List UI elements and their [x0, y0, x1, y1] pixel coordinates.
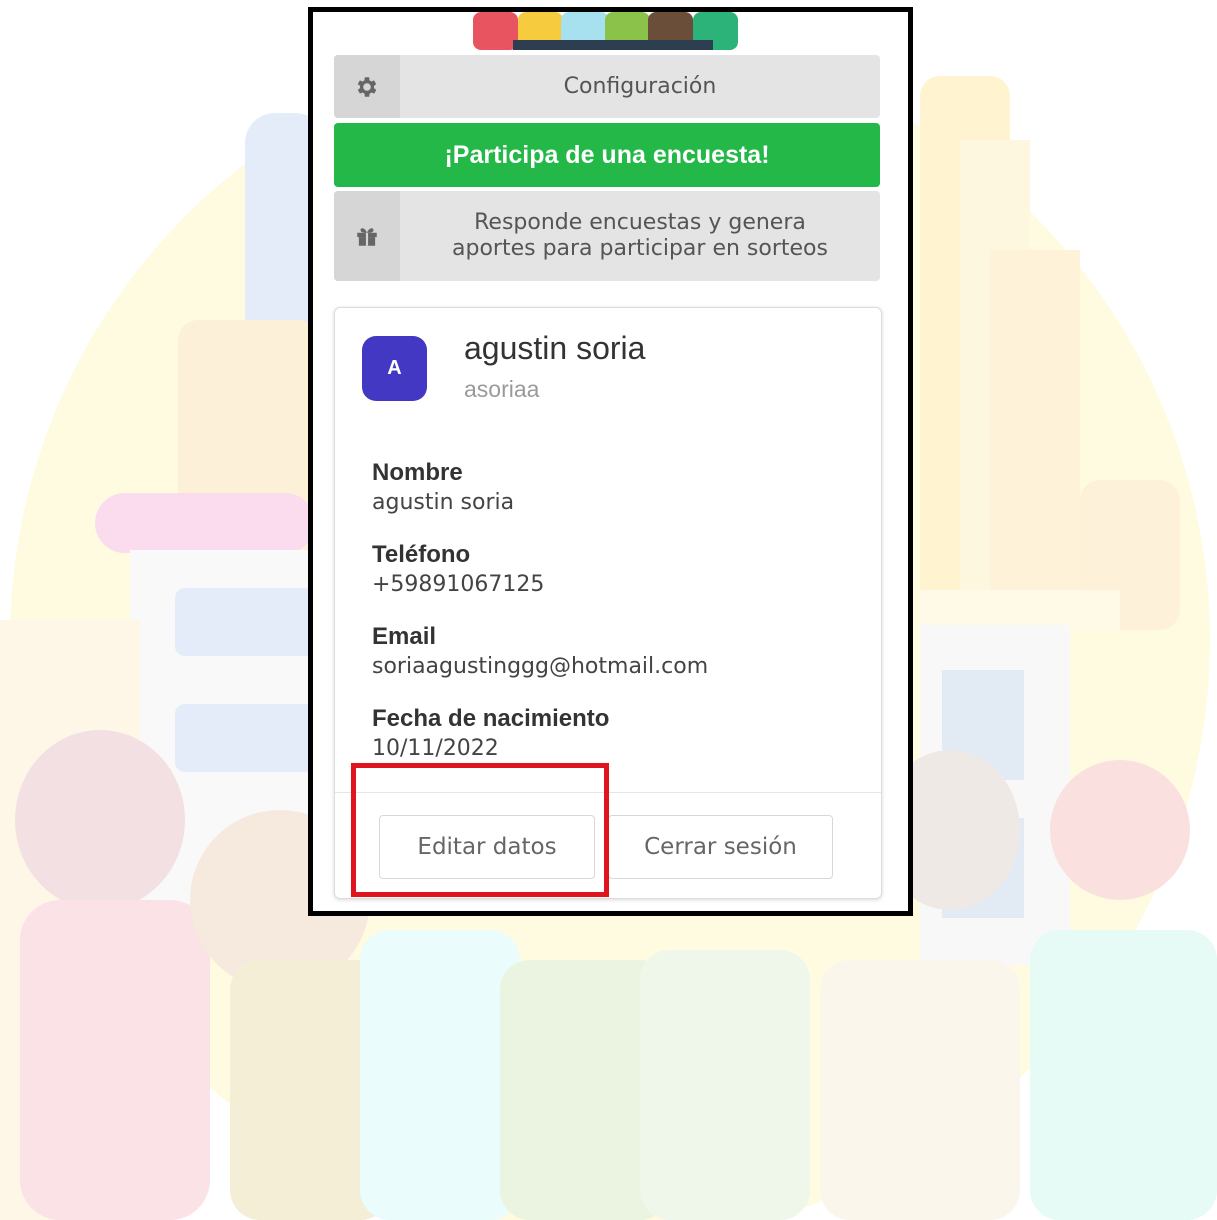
- field-fecha-nacimiento: Fecha de nacimiento 10/11/2022: [372, 704, 609, 764]
- user-username: asoriaa: [464, 376, 540, 402]
- logout-button[interactable]: Cerrar sesión: [608, 815, 833, 879]
- field-label: Email: [372, 623, 437, 650]
- field-email: Email soriaagustinggg@hotmail.com: [372, 622, 708, 682]
- raffle-menu-item[interactable]: Responde encuestas y genera aportes para…: [334, 191, 880, 281]
- field-value: soriaagustinggg@hotmail.com: [372, 654, 709, 679]
- field-value: 10/11/2022: [372, 736, 499, 761]
- field-label: Fecha de nacimiento: [372, 705, 610, 732]
- field-label: Nombre: [372, 459, 463, 486]
- config-label: Configuración: [563, 73, 717, 99]
- field-telefono: Teléfono +59891067125: [372, 540, 544, 600]
- field-value: +59891067125: [372, 572, 545, 597]
- people-illustration: [473, 12, 738, 50]
- gear-icon: [357, 76, 377, 97]
- raffle-label-line2: aportes para participar en sorteos: [452, 236, 828, 261]
- survey-button[interactable]: ¡Participa de una encuesta!: [334, 123, 880, 187]
- highlight-box: [351, 763, 609, 897]
- user-full-name: agustin soria: [464, 330, 646, 366]
- config-menu-item[interactable]: Configuración: [334, 55, 880, 118]
- field-nombre: Nombre agustin soria: [372, 458, 514, 518]
- field-label: Teléfono: [372, 541, 471, 568]
- avatar: A: [362, 336, 427, 401]
- field-value: agustin soria: [372, 490, 515, 515]
- gift-icon: [357, 228, 377, 246]
- raffle-label: Responde encuestas y genera aportes para…: [400, 191, 880, 281]
- raffle-label-line1: Responde encuestas y genera: [474, 210, 806, 235]
